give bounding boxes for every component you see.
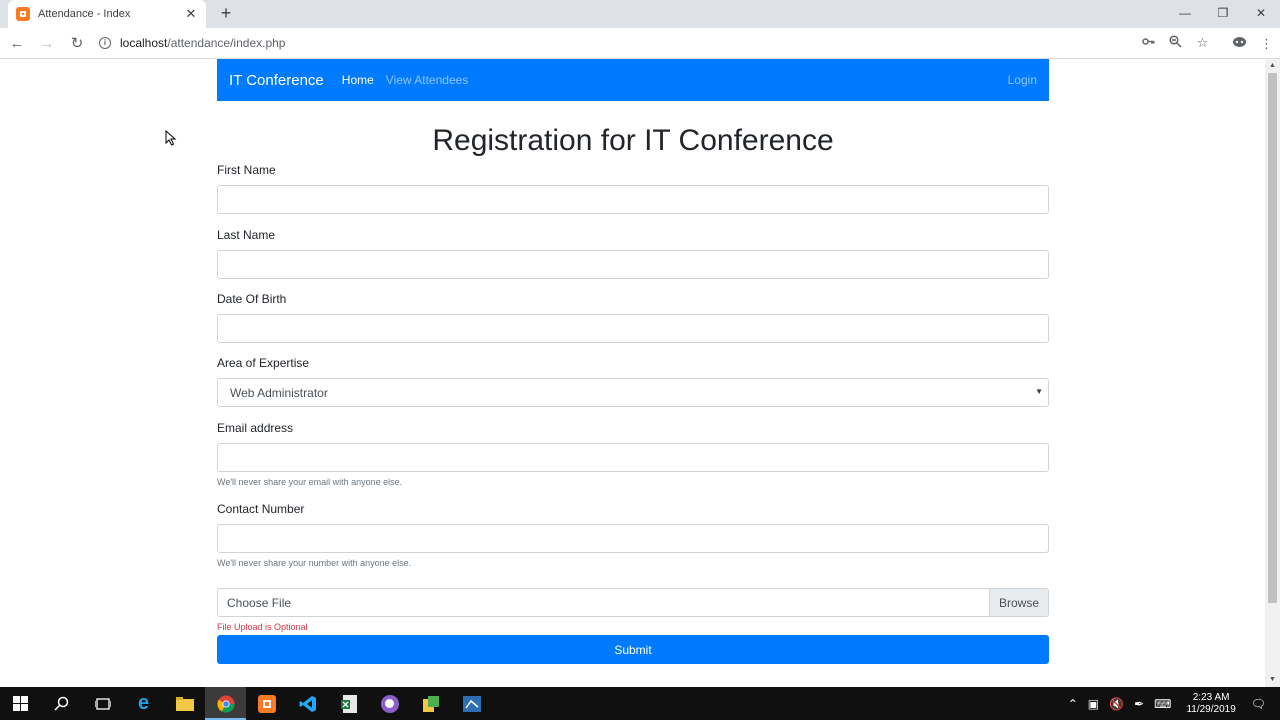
email-input[interactable] [217, 443, 1049, 472]
app-window-icon[interactable] [451, 687, 492, 720]
omnibox-actions: ☆ [1135, 31, 1216, 55]
browser-tabstrip: Attendance - Index ✕ + — ❐ ✕ [0, 0, 1280, 28]
expertise-selected-value: Web Administrator [230, 385, 328, 400]
contact-help-text: We'll never share your number with anyon… [217, 558, 412, 568]
internet-explorer-icon[interactable]: e [123, 687, 164, 720]
first-name-input[interactable] [217, 185, 1049, 214]
pen-icon[interactable]: ✒ [1134, 697, 1144, 711]
dob-input[interactable] [217, 314, 1049, 343]
contact-label: Contact Number [217, 502, 305, 516]
select-caret-icon: ▼ [1035, 387, 1043, 396]
github-desktop-icon[interactable] [369, 687, 410, 720]
nav-link-login[interactable]: Login [1008, 73, 1037, 87]
dob-group: Date Of Birth [217, 292, 1049, 343]
file-explorer-icon[interactable] [164, 687, 205, 720]
url-host: localhost [120, 36, 168, 50]
vscode-icon[interactable] [287, 687, 328, 720]
network-icon[interactable]: ▣ [1088, 697, 1099, 711]
page-scrollbar[interactable]: ▲ ▼ [1265, 59, 1280, 687]
task-view-icon[interactable] [82, 687, 123, 720]
first-name-group: First Name [217, 163, 1049, 214]
clock-date: 11/29/2019 [1186, 703, 1236, 715]
notifications-icon[interactable]: 🗨 [1251, 697, 1266, 711]
submit-button[interactable]: Submit [217, 635, 1049, 664]
browser-menu-icon[interactable]: ⋮ [1253, 36, 1280, 52]
excel-file-icon[interactable] [328, 687, 369, 720]
mouse-cursor-icon [165, 130, 177, 146]
volume-muted-icon[interactable]: 🔇 [1109, 697, 1124, 711]
browser-toolbar: ← → ↻ i localhost/attendance/index.php ☆ [0, 28, 1280, 59]
windows-taskbar: e ⌃ ▣ 🔇 ✒ ⌨ 2:23 AM 11/29/2019 🗨 [0, 687, 1280, 720]
submit-group: Submit [217, 635, 1049, 664]
site-info-icon[interactable]: i [99, 37, 111, 49]
file-placeholder: Choose File [227, 595, 292, 610]
first-name-label: First Name [217, 163, 276, 177]
zoom-icon[interactable] [1162, 35, 1189, 51]
keyboard-icon[interactable]: ⌨ [1154, 697, 1171, 711]
bookmark-star-icon[interactable]: ☆ [1189, 35, 1216, 51]
clock-time: 2:23 AM [1192, 691, 1230, 703]
start-button[interactable] [0, 687, 41, 720]
key-icon[interactable] [1135, 35, 1162, 51]
file-group: Choose File Browse File Upload is Option… [217, 588, 1049, 632]
page-container: IT Conference Home View Attendees Login … [217, 59, 1049, 664]
last-name-group: Last Name [217, 228, 1049, 279]
nav-link-view-attendees[interactable]: View Attendees [386, 73, 469, 87]
scroll-thumb[interactable] [1268, 73, 1277, 603]
scroll-up-icon[interactable]: ▲ [1265, 59, 1280, 73]
url-path: /attendance/index.php [167, 36, 286, 50]
last-name-label: Last Name [217, 228, 276, 242]
email-label: Email address [217, 421, 294, 435]
reload-icon[interactable]: ↻ [64, 30, 90, 56]
taskbar-clock[interactable]: 2:23 AM 11/29/2019 [1186, 692, 1235, 716]
taskbar-search-icon[interactable] [41, 687, 82, 720]
restore-icon[interactable]: ❐ [1204, 0, 1242, 26]
minimize-icon[interactable]: — [1166, 0, 1204, 26]
contact-group: Contact Number We'll never share your nu… [217, 502, 1049, 568]
file-help-text: File Upload is Optional [217, 622, 308, 632]
browse-button[interactable]: Browse [988, 589, 1048, 616]
email-help-text: We'll never share your email with anyone… [217, 477, 403, 487]
extensions-area: ⋮ [1226, 28, 1280, 59]
nav-link-home[interactable]: Home [342, 73, 374, 87]
navbar-brand[interactable]: IT Conference [229, 72, 324, 89]
scroll-down-icon[interactable]: ▼ [1265, 673, 1280, 687]
system-tray: ⌃ ▣ 🔇 ✒ ⌨ 2:23 AM 11/29/2019 🗨 [1063, 687, 1280, 720]
xampp-favicon-icon [16, 7, 30, 21]
dob-label: Date Of Birth [217, 292, 287, 306]
tab-title: Attendance - Index [38, 8, 131, 20]
window-close-icon[interactable]: ✕ [1242, 0, 1280, 26]
browser-tab[interactable]: Attendance - Index ✕ [8, 0, 206, 28]
xampp-icon[interactable] [246, 687, 287, 720]
tray-chevron-up-icon[interactable]: ⌃ [1068, 697, 1078, 711]
expertise-select[interactable]: Web Administrator ▼ [217, 378, 1049, 407]
expertise-group: Area of Expertise Web Administrator ▼ [217, 356, 1049, 407]
new-tab-icon[interactable]: + [216, 3, 236, 23]
page-viewport: IT Conference Home View Attendees Login … [0, 59, 1280, 687]
address-bar[interactable]: i localhost/attendance/index.php ☆ [94, 31, 1216, 55]
chrome-icon[interactable] [205, 687, 246, 720]
email-group: Email address We'll never share your ema… [217, 421, 1049, 487]
site-navbar: IT Conference Home View Attendees Login [217, 59, 1049, 101]
sticky-app-icon[interactable] [410, 687, 451, 720]
file-upload-input[interactable]: Choose File Browse [217, 588, 1049, 617]
last-name-input[interactable] [217, 250, 1049, 279]
tab-close-icon[interactable]: ✕ [184, 6, 198, 22]
extension-icon[interactable] [1226, 36, 1253, 52]
expertise-label: Area of Expertise [217, 356, 310, 370]
contact-input[interactable] [217, 524, 1049, 553]
page-title: Registration for IT Conference [432, 124, 834, 157]
window-controls: — ❐ ✕ [1166, 0, 1280, 26]
forward-icon[interactable]: → [34, 30, 60, 56]
windows-logo-icon [13, 696, 28, 711]
back-icon[interactable]: ← [4, 30, 30, 56]
